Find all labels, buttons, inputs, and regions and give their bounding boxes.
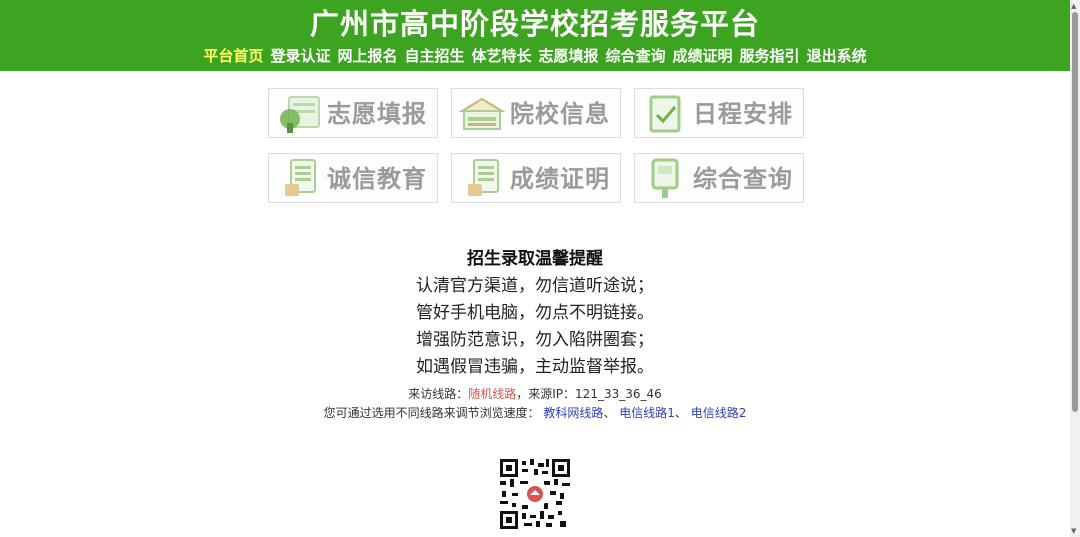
volunteer-fill-icon: [280, 96, 320, 133]
tile-volunteer-fill[interactable]: 志愿填报: [268, 88, 438, 138]
tile-school-info[interactable]: 院校信息: [451, 88, 621, 138]
source-prefix: ，来源IP：: [516, 387, 576, 401]
schedule-icon: [649, 95, 681, 133]
scroll-thumb[interactable]: [1072, 12, 1078, 412]
route-separator: 、: [674, 406, 687, 420]
notice-title: 招生录取温馨提醒: [467, 249, 603, 269]
tile-label: 诚信教育: [327, 165, 427, 193]
tile-label: 志愿填报: [327, 100, 427, 128]
tile-label: 日程安排: [693, 100, 793, 128]
nav-logout[interactable]: 退出系统: [807, 46, 867, 66]
route-link-telecom-2[interactable]: 电信线路2: [691, 406, 747, 420]
tile-score-certificate[interactable]: 成绩证明: [451, 153, 621, 203]
query-icon: [651, 158, 679, 198]
route-link-edu[interactable]: 教科网线路: [543, 406, 603, 420]
notice-line: 如遇假冒违骗，主动监督举报。: [416, 357, 654, 377]
route-prefix: 来访线路：: [408, 387, 469, 401]
route-link-telecom-1[interactable]: 电信线路1: [619, 406, 675, 420]
header-bar: 广州市高中阶段学校招考服务平台 平台首页 登录认证 网上报名 自主招生 体艺特长…: [0, 0, 1070, 71]
nav-online-registration[interactable]: 网上报名: [337, 46, 397, 66]
nav-service-guide[interactable]: 服务指引: [740, 46, 800, 66]
nav-independent-enrollment[interactable]: 自主招生: [404, 46, 464, 66]
current-route: 随机线路: [468, 387, 517, 401]
main-nav: 平台首页 登录认证 网上报名 自主招生 体艺特长 志愿填报 综合查询 成绩证明 …: [0, 46, 1070, 66]
tile-label: 综合查询: [693, 165, 793, 193]
notice-line: 管好手机电脑，勿点不明链接。: [416, 303, 654, 323]
source-ip: 121_33_36_46: [575, 387, 662, 401]
notice-line: 增强防范意识，勿入陷阱圈套；: [416, 330, 654, 350]
scroll-down-icon[interactable]: ▼: [1071, 527, 1076, 535]
scroll-up-icon[interactable]: ▲: [1071, 2, 1076, 10]
nav-query[interactable]: 综合查询: [606, 46, 666, 66]
route-switch-prefix: 您可通过选用不同线路来调节浏览速度：: [323, 406, 540, 420]
nav-arts-sports[interactable]: 体艺特长: [471, 46, 531, 66]
tile-integrity-education[interactable]: 诚信教育: [268, 153, 438, 203]
nav-login[interactable]: 登录认证: [270, 46, 330, 66]
nav-score-certificate[interactable]: 成绩证明: [673, 46, 733, 66]
site-title: 广州市高中阶段学校招考服务平台: [309, 7, 760, 41]
nav-volunteer-fill[interactable]: 志愿填报: [539, 46, 599, 66]
tile-schedule[interactable]: 日程安排: [634, 88, 804, 138]
notice-line: 认清官方渠道，勿信道听途说；: [416, 276, 654, 296]
integrity-education-icon: [285, 159, 316, 196]
nav-home[interactable]: 平台首页: [203, 46, 263, 66]
route-separator: 、: [603, 406, 616, 420]
tile-label: 院校信息: [510, 100, 610, 128]
score-certificate-icon: [468, 159, 499, 196]
tile-query[interactable]: 综合查询: [634, 153, 804, 203]
route-switch-info: 您可通过选用不同线路来调节浏览速度： 教科网线路、 电信线路1、 电信线路2: [0, 404, 1070, 422]
vertical-scrollbar[interactable]: ▲ ▼: [1070, 0, 1080, 537]
visit-route-info: 来访线路：随机线路，来源IP：121_33_36_46: [0, 385, 1070, 403]
qr-code: [500, 459, 570, 529]
school-info-icon: [458, 97, 506, 130]
tile-label: 成绩证明: [510, 165, 610, 193]
